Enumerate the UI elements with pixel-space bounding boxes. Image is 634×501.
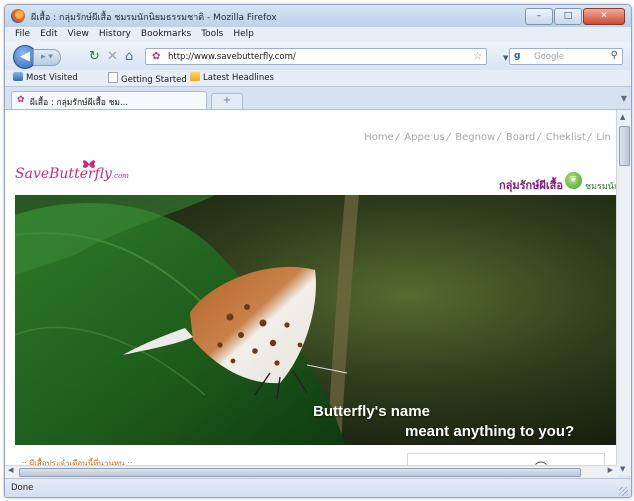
page-content: Home / Appe us / Begnow / Board / Cheklist / …: [5, 110, 631, 475]
bookmark-most-visited[interactable]: Most Visited: [13, 72, 78, 83]
list-all-tabs-icon[interactable]: ▼: [621, 94, 627, 103]
nav-link-board[interactable]: Board: [506, 132, 535, 143]
leaf-logo-icon: ❦: [565, 172, 582, 189]
logo-suffix: .com: [111, 172, 129, 180]
stop-icon[interactable]: ✕: [107, 50, 118, 63]
menu-history[interactable]: History: [99, 27, 131, 42]
hero-banner[interactable]: Butterfly's name meant anything to you?: [15, 195, 621, 445]
tab-favicon-icon: ✿: [17, 95, 25, 105]
bookmark-label: Latest Headlines: [203, 73, 274, 83]
nav-link-appe-us[interactable]: Appe us: [404, 132, 444, 143]
new-tab-button[interactable]: +: [211, 93, 243, 109]
vertical-scroll-thumb[interactable]: [619, 126, 630, 166]
menu-tools[interactable]: Tools: [201, 27, 223, 42]
menu-file[interactable]: File: [15, 27, 30, 42]
menu-help[interactable]: Help: [233, 27, 254, 42]
url-bar[interactable]: ✿ http://www.savebutterfly.com/ ☆: [145, 48, 487, 65]
hero-caption-line2: meant anything to you?: [405, 423, 575, 440]
close-button[interactable]: ✕: [583, 8, 625, 25]
nav-link-begnow[interactable]: Begnow: [455, 132, 495, 143]
url-text[interactable]: http://www.savebutterfly.com/: [168, 52, 296, 62]
nav-link-checklist[interactable]: Cheklist: [546, 132, 586, 143]
nav-link-links[interactable]: Lin: [596, 132, 611, 143]
status-bar: Done: [5, 478, 631, 497]
site-nav: Home / Appe us / Begnow / Board / Cheklist / …: [364, 132, 611, 143]
reload-icon[interactable]: ↻: [89, 50, 100, 63]
resize-grip-icon[interactable]: [619, 487, 628, 496]
bookmark-label: Most Visited: [26, 73, 78, 83]
google-icon[interactable]: g: [514, 51, 526, 62]
site-logo[interactable]: SaveButterfly.com: [15, 166, 129, 182]
rss-feed-icon: [190, 72, 200, 81]
bookmark-label: Getting Started: [121, 75, 187, 85]
status-text: Done: [11, 483, 34, 493]
menu-bookmarks[interactable]: Bookmarks: [141, 27, 191, 42]
tab-active[interactable]: ✿ ผีเสื้อ : กลุ่มรักษ์ผีเสื้อ ชม...: [11, 91, 207, 109]
window-controls: – □ ✕: [525, 8, 625, 25]
home-icon[interactable]: ⌂: [125, 50, 133, 63]
bookmark-getting-started[interactable]: Getting Started: [108, 72, 187, 85]
maximize-button[interactable]: □: [554, 8, 582, 25]
forward-button[interactable]: ▸ ▾: [33, 49, 61, 66]
menu-edit[interactable]: Edit: [40, 27, 57, 42]
hero-caption-line1: Butterfly's name: [313, 403, 430, 420]
bookmarks-toolbar: Most Visited Getting Started Latest Head…: [5, 70, 631, 87]
search-bar[interactable]: g Google ⚲: [509, 48, 623, 65]
butterfly-logo-icon: [82, 160, 96, 168]
firefox-logo-icon: [11, 9, 25, 23]
tab-strip: ✿ ผีเสื้อ : กลุ่มรักษ์ผีเสื้อ ชม... + ▼: [5, 87, 631, 110]
window-title: ผีเสื้อ : กลุ่มรักษ์ผีเสื้อ ชมรมนักนิยมธ…: [31, 13, 277, 23]
logo-text: SaveButterfly: [15, 166, 112, 182]
browser-window: ผีเสื้อ : กลุ่มรักษ์ผีเสื้อ ชมรมนักนิยมธ…: [4, 4, 632, 498]
search-icon[interactable]: ⚲: [611, 50, 618, 61]
org-name-thai: กลุ่มรักษ์ผีเสื้อ: [499, 179, 563, 192]
scroll-down-icon[interactable]: ▼: [620, 465, 625, 473]
bookmark-star-icon[interactable]: ☆: [473, 51, 482, 62]
scroll-left-icon[interactable]: ◀: [8, 466, 13, 474]
title-bar: ผีเสื้อ : กลุ่มรักษ์ผีเสื้อ ชมรมนักนิยมธ…: [5, 5, 631, 27]
site-favicon-icon: ✿: [152, 51, 161, 62]
nav-link-home[interactable]: Home: [364, 132, 394, 143]
scroll-right-icon[interactable]: ▶: [608, 466, 613, 474]
tab-label: ผีเสื้อ : กลุ่มรักษ์ผีเสื้อ ชม...: [30, 98, 129, 108]
navigation-toolbar: ◀ ▸ ▾ ↻ ✕ ⌂ ✿ http://www.savebutterfly.c…: [5, 42, 631, 70]
vertical-scrollbar[interactable]: ▲ ▼: [616, 110, 631, 475]
minimize-button[interactable]: –: [525, 8, 553, 25]
menu-bar: File Edit View History Bookmarks Tools H…: [5, 27, 631, 42]
horizontal-scrollbar[interactable]: ◀ ▶: [5, 465, 617, 478]
scroll-up-icon[interactable]: ▲: [620, 113, 625, 121]
bookmark-latest-headlines[interactable]: Latest Headlines: [190, 72, 274, 83]
search-input[interactable]: Google: [534, 52, 564, 62]
page-icon: [108, 72, 118, 83]
menu-view[interactable]: View: [68, 27, 89, 42]
horizontal-scroll-thumb[interactable]: [19, 468, 581, 477]
most-visited-icon: [13, 72, 23, 81]
url-dropdown-icon[interactable]: ▼: [503, 54, 508, 62]
